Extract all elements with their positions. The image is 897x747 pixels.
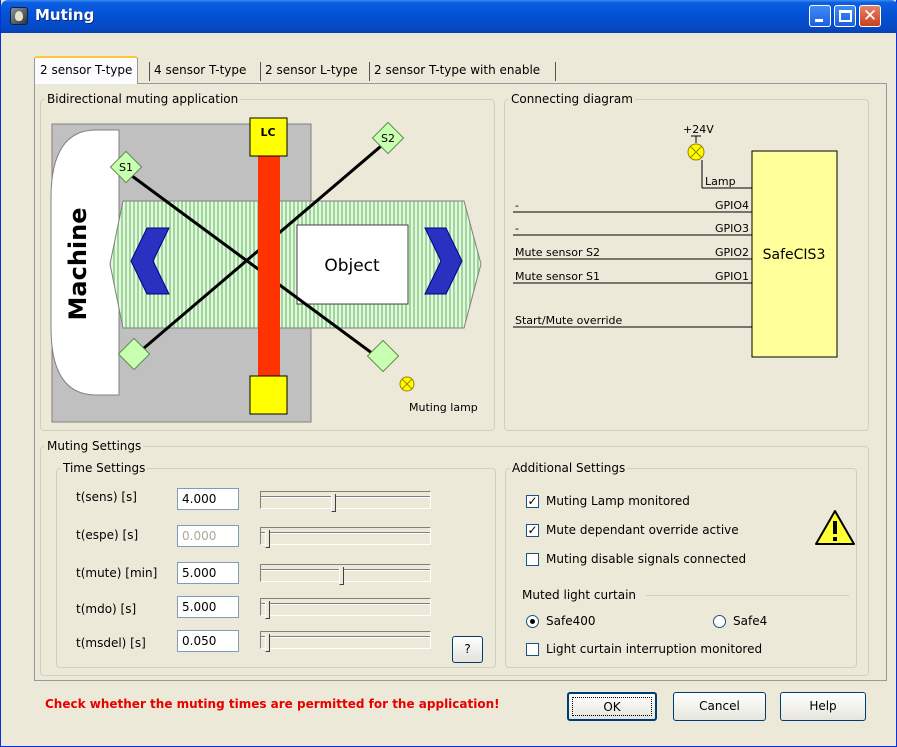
- minimize-icon: [815, 19, 823, 22]
- tmsdel-input[interactable]: [177, 630, 239, 652]
- ok-button[interactable]: OK: [567, 692, 657, 721]
- tmute-label: t(mute) [min]: [76, 566, 158, 580]
- pin-signal-gpio1: Mute sensor S1: [515, 270, 600, 283]
- light-curtain-beam: [258, 156, 280, 384]
- override-active-label: Mute dependant override active: [546, 523, 739, 537]
- pin-gpio4: GPIO4: [715, 199, 749, 212]
- pin-signal-gpio3: -: [515, 222, 519, 235]
- connecting-diagram: +24V Lamp SafeCIS3 - GPIO4 - GPIO3 Mute …: [513, 123, 838, 358]
- light-curtain-divider: [646, 595, 849, 596]
- s1-label: S1: [119, 161, 133, 174]
- pin-gpio3: GPIO3: [715, 222, 749, 235]
- muting-settings-title: Muting Settings: [45, 439, 144, 453]
- lamp-monitored-checkbox[interactable]: ✓: [526, 495, 539, 508]
- tab-separator: [555, 62, 556, 81]
- help-button[interactable]: Help: [780, 692, 866, 721]
- connecting-diagram-title: Connecting diagram: [509, 92, 635, 106]
- machine-label: Machine: [64, 208, 92, 321]
- muting-lamp-label: Muting lamp: [409, 401, 478, 414]
- light-curtain-title: Muted light curtain: [522, 588, 637, 602]
- override-active-checkbox[interactable]: ✓: [526, 524, 539, 537]
- pin-signal-gpio2: Mute sensor S2: [515, 246, 600, 259]
- help-question-button[interactable]: ?: [452, 636, 483, 663]
- pin-signal-gpio4: -: [515, 199, 519, 212]
- close-icon: ✕: [862, 6, 878, 26]
- minimize-button[interactable]: [809, 5, 831, 27]
- tmsdel-label: t(msdel) [s]: [76, 636, 146, 650]
- safe4-radio[interactable]: [713, 615, 726, 628]
- tsens-input[interactable]: [177, 488, 239, 510]
- disable-signals-label: Muting disable signals connected: [546, 552, 747, 566]
- tab-2-sensor-t-type-with-enable[interactable]: 2 sensor T-type with enable: [369, 59, 545, 83]
- tmdo-input[interactable]: [177, 596, 239, 618]
- s2-label: S2: [381, 132, 395, 145]
- supply-label: +24V: [683, 123, 714, 136]
- pin-gpio1: GPIO1: [715, 270, 749, 283]
- maximize-button[interactable]: [834, 5, 856, 27]
- disable-signals-checkbox[interactable]: [526, 553, 539, 566]
- tespe-input: [177, 525, 239, 547]
- lc-receiver: [249, 375, 288, 415]
- tespe-slider-thumb: [265, 530, 270, 548]
- tsens-label: t(sens) [s]: [76, 490, 137, 504]
- window-title: Muting: [35, 6, 95, 24]
- application-group-title: Bidirectional muting application: [45, 92, 241, 106]
- cancel-button[interactable]: Cancel: [673, 692, 766, 721]
- additional-settings-title: Additional Settings: [510, 461, 628, 475]
- lamp-monitored-label: Muting Lamp monitored: [546, 494, 690, 508]
- tespe-slider: [260, 527, 431, 548]
- app-icon: [10, 7, 28, 25]
- safe4-label: Safe4: [733, 614, 768, 628]
- tmute-slider-thumb[interactable]: [339, 567, 344, 585]
- tmdo-label: t(mdo) [s]: [76, 602, 137, 616]
- interruption-monitored-checkbox[interactable]: [526, 643, 539, 656]
- override-label: Start/Mute override: [515, 314, 623, 327]
- pin-gpio2: GPIO2: [715, 246, 749, 259]
- tsens-slider-thumb[interactable]: [331, 494, 336, 512]
- warning-icon: [815, 510, 855, 545]
- reflector-s1: [366, 339, 400, 373]
- tmdo-slider[interactable]: [260, 598, 431, 619]
- close-button[interactable]: ✕: [859, 5, 881, 27]
- tmute-slider[interactable]: [260, 564, 431, 585]
- device-label: SafeCIS3: [763, 247, 826, 263]
- maximize-icon: [839, 10, 852, 22]
- tab-4-sensor-t-type[interactable]: 4 sensor T-type: [149, 59, 251, 83]
- tespe-label: t(espe) [s]: [76, 528, 139, 542]
- muting-application-diagram: Machine Object LC S1 S2 Muting lamp: [50, 117, 482, 423]
- safe400-radio[interactable]: [526, 615, 539, 628]
- tmdo-slider-thumb[interactable]: [265, 601, 270, 619]
- tsens-slider[interactable]: [260, 491, 431, 512]
- lc-label: LC: [260, 126, 275, 139]
- tmute-input[interactable]: [177, 562, 239, 584]
- tmsdel-slider[interactable]: [260, 631, 431, 652]
- tab-2-sensor-t-type[interactable]: 2 sensor T-type: [34, 56, 139, 84]
- muting-dialog: Muting ✕ 2 sensor T-type 4 sensor T-type…: [0, 0, 897, 747]
- tab-2-sensor-l-type[interactable]: 2 sensor L-type: [260, 59, 363, 83]
- lamp-pin-label: Lamp: [705, 175, 736, 188]
- tmsdel-slider-thumb[interactable]: [265, 634, 270, 652]
- object-label: Object: [324, 256, 380, 276]
- safe400-label: Safe400: [546, 614, 596, 628]
- muting-times-warning: Check whether the muting times are permi…: [45, 697, 500, 711]
- time-settings-title: Time Settings: [61, 461, 148, 475]
- interruption-monitored-label: Light curtain interruption monitored: [546, 642, 763, 656]
- title-bar[interactable]: Muting ✕: [1, 0, 897, 33]
